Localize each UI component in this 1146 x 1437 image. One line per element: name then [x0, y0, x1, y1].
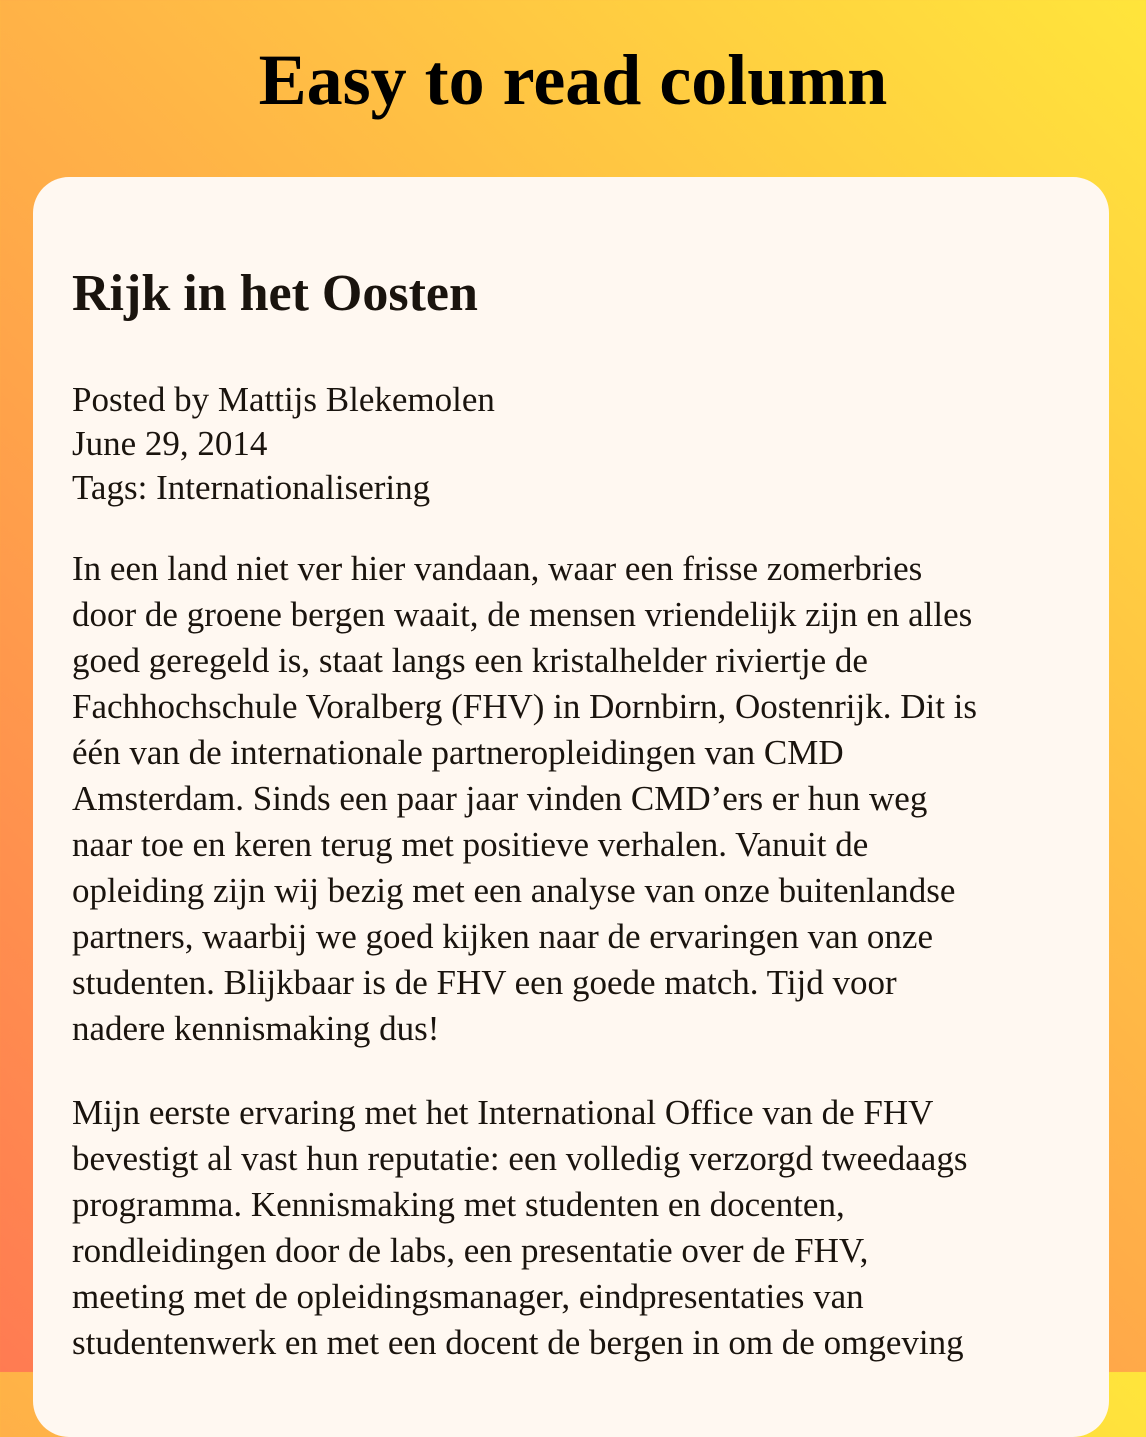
paragraph-line: partners, waarbij we goed kijken naar de…: [72, 917, 934, 956]
paragraph-line: programma. Kennismaking met studenten en…: [72, 1185, 845, 1224]
article-paragraph-1: In een land niet ver hier vandaan, waar …: [72, 546, 1072, 1052]
page-title: Easy to read column: [258, 40, 888, 120]
paragraph-line: studentenwerk en met een docent de berge…: [72, 1323, 964, 1362]
paragraph-line: goed geregeld is, staat langs een krista…: [72, 641, 868, 680]
paragraph-line: door de groene bergen waait, de mensen v…: [72, 595, 973, 634]
paragraph-line: één van de internationale partneropleidi…: [72, 733, 844, 772]
article-card: Rijk in het Oosten Posted by Mattijs Ble…: [33, 177, 1109, 1437]
paragraph-line: rondleidingen door de labs, een presenta…: [72, 1231, 869, 1270]
author-line: Posted by Mattijs Blekemolen: [72, 380, 495, 419]
article-paragraph-2: Mijn eerste ervaring met het Internation…: [72, 1090, 1072, 1366]
post-date: June 29, 2014: [72, 424, 268, 463]
paragraph-line: Amsterdam. Sinds een paar jaar vinden CM…: [72, 779, 928, 818]
paragraph-line: bevestigt al vast hun reputatie: een vol…: [72, 1139, 968, 1178]
paragraph-line: Fachhochschule Voralberg (FHV) in Dornbi…: [72, 687, 978, 726]
paragraph-line: studenten. Blijkbaar is de FHV een goede…: [72, 963, 897, 1002]
paragraph-line: opleiding zijn wij bezig met een analyse…: [72, 871, 956, 910]
paragraph-line: naar toe en keren terug met positieve ve…: [72, 825, 869, 864]
paragraph-line: Mijn eerste ervaring met het Internation…: [72, 1093, 934, 1132]
paragraph-line: nadere kennismaking dus!: [72, 1009, 440, 1048]
tags-line: Tags: Internationalisering: [72, 468, 431, 507]
paragraph-line: meeting met de opleidingsmanager, eindpr…: [72, 1277, 864, 1316]
article-meta: Posted by Mattijs Blekemolen June 29, 20…: [72, 378, 495, 510]
paragraph-line: In een land niet ver hier vandaan, waar …: [72, 549, 923, 588]
article-title: Rijk in het Oosten: [72, 265, 478, 322]
